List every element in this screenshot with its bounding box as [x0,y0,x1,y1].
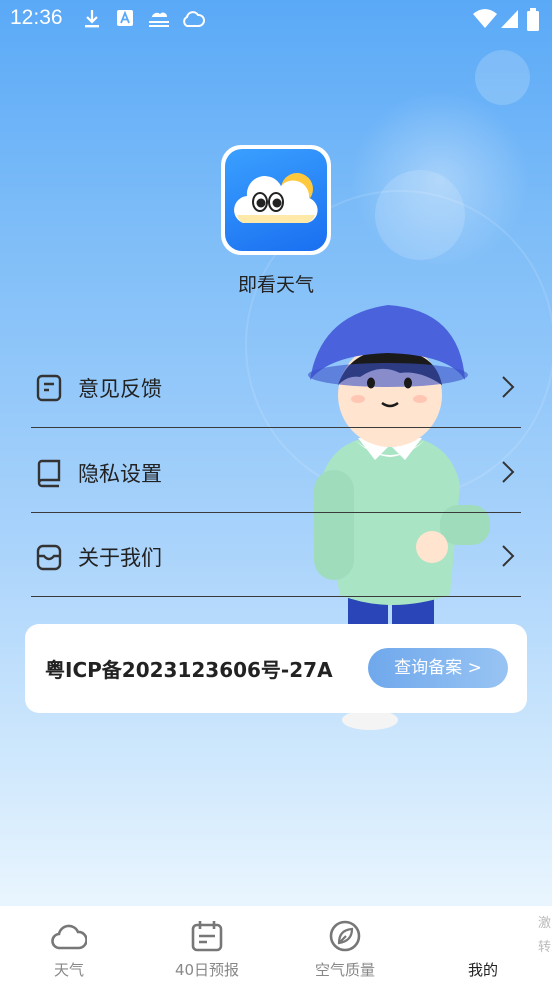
edge-text: 激 [538,916,552,931]
icp-number: 粤ICP备2023123606号-27A [45,658,333,682]
app-logo [221,145,331,255]
chevron-right-icon [502,545,515,567]
cloud-icon [51,924,87,950]
chevron-right-icon [502,376,515,398]
light-glow [375,170,465,260]
cloud-face-logo [234,173,318,223]
about-box-icon [36,544,62,571]
wifi-icon [473,9,497,28]
light-glow [475,50,530,105]
leaf-icon [329,920,361,952]
status-bar: 12:36 [0,0,552,38]
calendar-icon [191,921,223,952]
battery-icon [527,8,539,31]
tab-air-quality[interactable]: 空气质量 [276,906,414,983]
tab-40-day-forecast[interactable]: 40日预报 [138,906,276,983]
edge-text: 转 [538,940,552,955]
icp-card: 粤ICP备2023123606号-27A 查询备案 > [25,624,527,713]
light-glow [350,90,530,270]
tab-weather[interactable]: 天气 [0,906,138,983]
tab-mine[interactable]: 我的 [414,906,552,983]
tab-label: 空气质量 [314,961,375,979]
bottom-tab-bar: 天气 40日预报 空气质量 我的 激 转 [0,906,552,983]
tab-label: 天气 [53,961,84,979]
status-time: 12:36 [10,6,63,29]
menu-label: 隐私设置 [78,462,162,486]
download-icon [85,10,99,28]
tab-label: 我的 [467,961,498,979]
menu-label: 关于我们 [78,546,162,570]
signal-icon [501,10,518,28]
privacy-book-icon [37,459,61,488]
menu-item-feedback[interactable]: 意见反馈 [31,343,521,428]
tab-label: 40日预报 [174,961,240,979]
fog-icon [149,12,169,27]
app-a-icon [117,10,133,26]
feedback-icon [36,374,62,402]
query-filing-button[interactable]: 查询备案 > [368,648,508,688]
menu-item-about[interactable]: 关于我们 [31,512,521,597]
cloud-icon [183,11,205,27]
menu-item-privacy[interactable]: 隐私设置 [31,428,521,513]
menu-label: 意见反馈 [78,377,162,401]
app-name: 即看天气 [237,274,314,296]
chevron-right-icon [502,461,515,483]
